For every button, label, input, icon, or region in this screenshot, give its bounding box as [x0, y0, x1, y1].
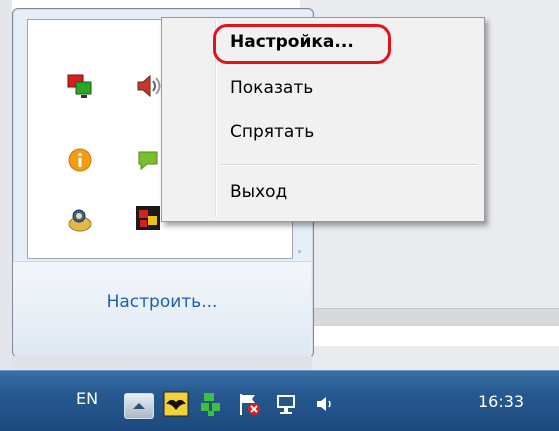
menu-separator — [220, 164, 478, 166]
desktop-edge — [0, 0, 12, 370]
context-menu: Настройка... Показать Спрятать Выход — [161, 17, 485, 222]
taskbar: EN 16:33 — [0, 370, 559, 431]
flag-icon[interactable] — [236, 391, 262, 417]
customize-link[interactable]: Настроить... — [13, 292, 311, 312]
background-window-bar — [300, 325, 559, 346]
info-icon[interactable] — [66, 146, 94, 174]
highlight-annotation — [213, 24, 391, 64]
menu-item-hide[interactable]: Спрятать — [230, 122, 314, 142]
network-icon[interactable] — [66, 72, 94, 100]
bat-icon[interactable] — [163, 391, 189, 417]
chevron-up-icon — [133, 403, 145, 409]
speaker-icon[interactable] — [134, 72, 162, 100]
user-icon[interactable] — [66, 206, 94, 234]
menu-item-exit[interactable]: Выход — [230, 182, 287, 202]
language-indicator[interactable]: EN — [76, 389, 98, 408]
flyout-footer: Настроить... — [13, 261, 311, 356]
network-icon[interactable] — [274, 391, 300, 417]
clock[interactable]: 16:33 — [478, 392, 524, 411]
green-app-icon[interactable] — [198, 391, 224, 417]
menu-item-show[interactable]: Показать — [230, 78, 313, 98]
window-strip — [12, 356, 312, 370]
show-hidden-icons-button[interactable] — [124, 393, 154, 419]
volume-icon[interactable] — [312, 391, 338, 417]
chat-icon[interactable] — [134, 146, 162, 174]
background-window-bar — [300, 308, 559, 325]
app-icon[interactable] — [134, 204, 162, 232]
